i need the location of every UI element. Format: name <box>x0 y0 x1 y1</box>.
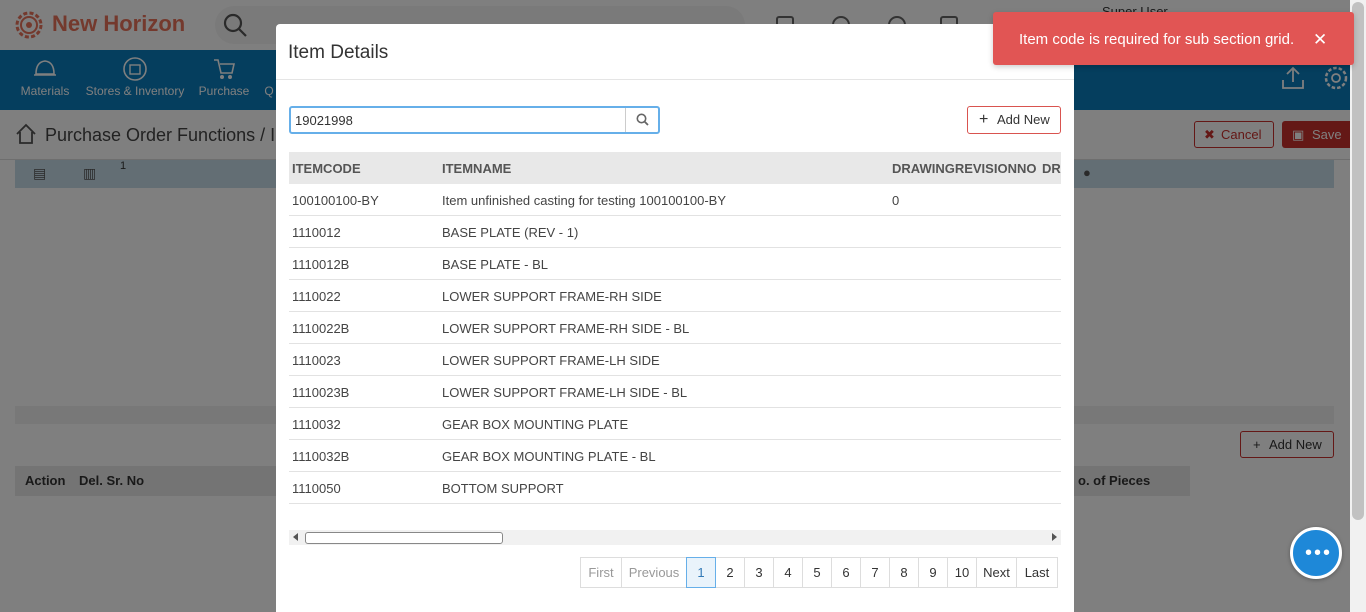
item-code-cell: 100100100-BY <box>292 193 379 208</box>
scrollbar-thumb[interactable] <box>305 532 503 544</box>
item-grid-horizontal-scrollbar[interactable] <box>289 530 1061 545</box>
pager-last[interactable]: Last <box>1016 557 1058 588</box>
toast-message: Item code is required for sub section gr… <box>1019 31 1295 48</box>
item-name-cell: LOWER SUPPORT FRAME-LH SIDE <box>442 353 660 368</box>
item-name-cell: LOWER SUPPORT FRAME-RH SIDE - BL <box>442 321 690 336</box>
table-row[interactable]: 1110012B BASE PLATE - BL <box>289 248 1061 280</box>
item-details-modal: Item Details + Add New ITEMCODE ITEMNAME… <box>276 24 1074 612</box>
item-code-cell: 1110050 <box>292 481 341 496</box>
pager-previous[interactable]: Previous <box>621 557 687 588</box>
pager-page-10[interactable]: 10 <box>947 557 977 588</box>
column-drawing-revision-no[interactable]: DRAWINGREVISIONNO <box>892 161 1036 176</box>
item-name-cell: GEAR BOX MOUNTING PLATE - BL <box>442 449 656 464</box>
pager-page-5[interactable]: 5 <box>802 557 832 588</box>
item-name-cell: BASE PLATE (REV - 1) <box>442 225 579 240</box>
page-scrollbar-thumb[interactable] <box>1352 2 1364 520</box>
item-code-cell: 1110032 <box>292 417 341 432</box>
modal-title: Item Details <box>288 42 389 63</box>
table-row[interactable]: 1110022B LOWER SUPPORT FRAME-RH SIDE - B… <box>289 312 1061 344</box>
item-search-button[interactable] <box>625 108 658 132</box>
pager-page-3[interactable]: 3 <box>744 557 774 588</box>
item-name-cell: GEAR BOX MOUNTING PLATE <box>442 417 629 432</box>
item-name-cell: LOWER SUPPORT FRAME-LH SIDE - BL <box>442 385 688 400</box>
table-row[interactable]: 1110050 BOTTOM SUPPORT <box>289 472 1061 504</box>
error-toast: Item code is required for sub section gr… <box>993 12 1354 65</box>
table-row[interactable]: 1110032B GEAR BOX MOUNTING PLATE - BL <box>289 440 1061 472</box>
table-row[interactable]: 1110012 BASE PLATE (REV - 1) <box>289 216 1061 248</box>
item-grid-header: ITEMCODE ITEMNAME DRAWINGREVISIONNO DRA <box>289 152 1061 184</box>
item-search-box <box>289 106 660 134</box>
item-code-cell: 1110023B <box>292 385 350 400</box>
item-grid-body: 100100100-BY Item unfinished casting for… <box>289 184 1061 504</box>
table-row[interactable]: 100100100-BY Item unfinished casting for… <box>289 184 1061 216</box>
table-row[interactable]: 1110032 GEAR BOX MOUNTING PLATE <box>289 408 1061 440</box>
modal-divider <box>276 79 1074 80</box>
column-itemname[interactable]: ITEMNAME <box>442 161 511 176</box>
add-new-item-label: Add New <box>997 112 1050 127</box>
table-row[interactable]: 1110023B LOWER SUPPORT FRAME-LH SIDE - B… <box>289 376 1061 408</box>
add-new-item-button[interactable]: + Add New <box>967 106 1061 134</box>
pager-page-8[interactable]: 8 <box>889 557 919 588</box>
pager-page-7[interactable]: 7 <box>860 557 890 588</box>
close-icon[interactable]: ✕ <box>1313 30 1327 50</box>
item-code-cell: 1110022 <box>292 289 341 304</box>
item-code-cell: 1110012 <box>292 225 341 240</box>
item-code-cell: 1110012B <box>292 257 350 272</box>
pager-page-2[interactable]: 2 <box>715 557 745 588</box>
pager-page-1[interactable]: 1 <box>686 557 716 588</box>
plus-icon: + <box>979 111 989 128</box>
scroll-left-arrow-icon[interactable] <box>293 533 298 541</box>
pager-next[interactable]: Next <box>976 557 1017 588</box>
pager-page-9[interactable]: 9 <box>918 557 948 588</box>
item-name-cell: BOTTOM SUPPORT <box>442 481 564 496</box>
item-rev-cell: 0 <box>892 193 900 208</box>
pagination: First Previous 1 2 3 4 5 6 7 8 9 10 Next… <box>580 557 1058 588</box>
column-itemcode[interactable]: ITEMCODE <box>292 161 361 176</box>
scroll-right-arrow-icon[interactable] <box>1052 533 1057 541</box>
item-search-input[interactable] <box>291 108 625 132</box>
item-name-cell: Item unfinished casting for testing 1001… <box>442 193 727 208</box>
chat-bubble-button[interactable]: ••• <box>1290 527 1342 579</box>
table-row[interactable]: 1110022 LOWER SUPPORT FRAME-RH SIDE <box>289 280 1061 312</box>
search-icon <box>636 113 649 126</box>
chat-dots-icon: ••• <box>1305 542 1333 564</box>
item-name-cell: BASE PLATE - BL <box>442 257 548 272</box>
item-name-cell: LOWER SUPPORT FRAME-RH SIDE <box>442 289 662 304</box>
item-code-cell: 1110022B <box>292 321 350 336</box>
item-code-cell: 1110023 <box>292 353 341 368</box>
pager-first[interactable]: First <box>580 557 622 588</box>
table-row[interactable]: 1110023 LOWER SUPPORT FRAME-LH SIDE <box>289 344 1061 376</box>
pager-page-6[interactable]: 6 <box>831 557 861 588</box>
item-code-cell: 1110032B <box>292 449 350 464</box>
column-dra[interactable]: DRA <box>1042 161 1061 176</box>
pager-page-4[interactable]: 4 <box>773 557 803 588</box>
